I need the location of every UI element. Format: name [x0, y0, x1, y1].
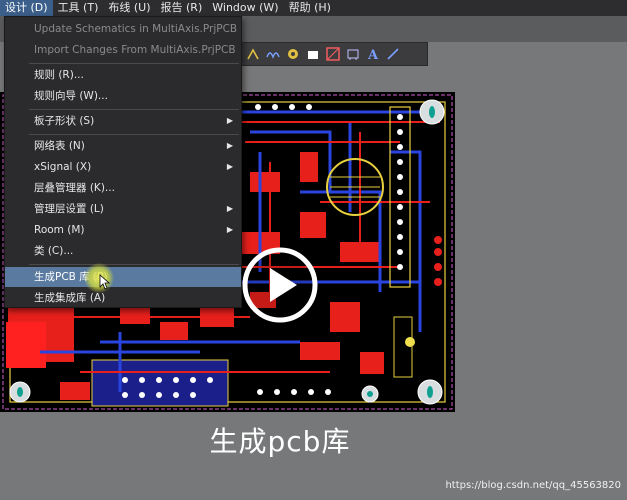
diff-pair-icon[interactable]: [265, 46, 281, 62]
submenu-arrow-icon: ▶: [226, 162, 233, 171]
menu-item-label: 板子形状 (S): [34, 115, 95, 127]
menu-item-room[interactable]: Room (M) ▶: [5, 220, 241, 240]
menu-item-layer-stack-manager[interactable]: 层叠管理器 (K)...: [5, 178, 241, 198]
menu-tools[interactable]: 工具 (T): [53, 0, 104, 16]
menu-item-board-shape[interactable]: 板子形状 (S) ▶: [5, 111, 241, 131]
menu-item-make-pcb-library[interactable]: 生成PCB 库 (P): [5, 267, 241, 287]
menu-design[interactable]: 设计 (D): [0, 0, 53, 16]
menu-bar: 设计 (D) 工具 (T) 布线 (U) 报告 (R) Window (W) 帮…: [0, 0, 627, 16]
submenu-arrow-icon: ▶: [226, 225, 233, 234]
menu-item-label: xSignal (X): [34, 161, 92, 173]
svg-text:A: A: [367, 48, 379, 61]
line-icon[interactable]: [385, 46, 401, 62]
source-watermark: https://blog.csdn.net/qq_45563820: [445, 480, 621, 491]
polygon-icon[interactable]: [325, 46, 341, 62]
menu-item-rules-wizard[interactable]: 规则向导 (W)...: [5, 86, 241, 106]
menu-item-label: 管理层设置 (L): [34, 203, 104, 215]
text-icon[interactable]: A: [365, 46, 381, 62]
menu-item-make-integrated-library[interactable]: 生成集成库 (A): [5, 288, 241, 308]
menu-separator: [29, 63, 239, 64]
menu-separator: [29, 264, 239, 265]
video-caption: 生成pcb库: [209, 425, 351, 458]
submenu-arrow-icon: ▶: [226, 204, 233, 213]
route-icon[interactable]: [245, 46, 261, 62]
play-button[interactable]: [241, 246, 319, 324]
menu-route[interactable]: 布线 (U): [103, 0, 155, 16]
design-dropdown-menu: Update Schematics in MultiAxis.PrjPCB Im…: [4, 16, 242, 308]
component-icon[interactable]: [345, 46, 361, 62]
menu-item-netlist[interactable]: 网络表 (N) ▶: [5, 136, 241, 156]
submenu-arrow-icon: ▶: [226, 116, 233, 125]
menu-reports[interactable]: 报告 (R): [156, 0, 208, 16]
submenu-arrow-icon: ▶: [226, 141, 233, 150]
via-icon[interactable]: [285, 46, 301, 62]
menu-item-xsignal[interactable]: xSignal (X) ▶: [5, 157, 241, 177]
menu-item-import-changes[interactable]: Import Changes From MultiAxis.PrjPCB: [5, 40, 241, 60]
menu-item-rules[interactable]: 规则 (R)...: [5, 65, 241, 85]
menu-help[interactable]: 帮助 (H): [284, 0, 336, 16]
menu-window[interactable]: Window (W): [207, 0, 283, 16]
menu-item-classes[interactable]: 类 (C)...: [5, 241, 241, 261]
menu-item-label: 网络表 (N): [34, 140, 85, 152]
active-bar-toolbar: A: [238, 42, 428, 66]
play-icon: [242, 247, 318, 323]
menu-separator: [29, 134, 239, 135]
menu-separator: [29, 109, 239, 110]
menu-item-label: Room (M): [34, 224, 85, 236]
menu-item-layer-sets[interactable]: 管理层设置 (L) ▶: [5, 199, 241, 219]
fill-icon[interactable]: [305, 46, 321, 62]
mouse-cursor-icon: [99, 274, 111, 290]
menu-item-update-schematics[interactable]: Update Schematics in MultiAxis.PrjPCB: [5, 19, 241, 39]
